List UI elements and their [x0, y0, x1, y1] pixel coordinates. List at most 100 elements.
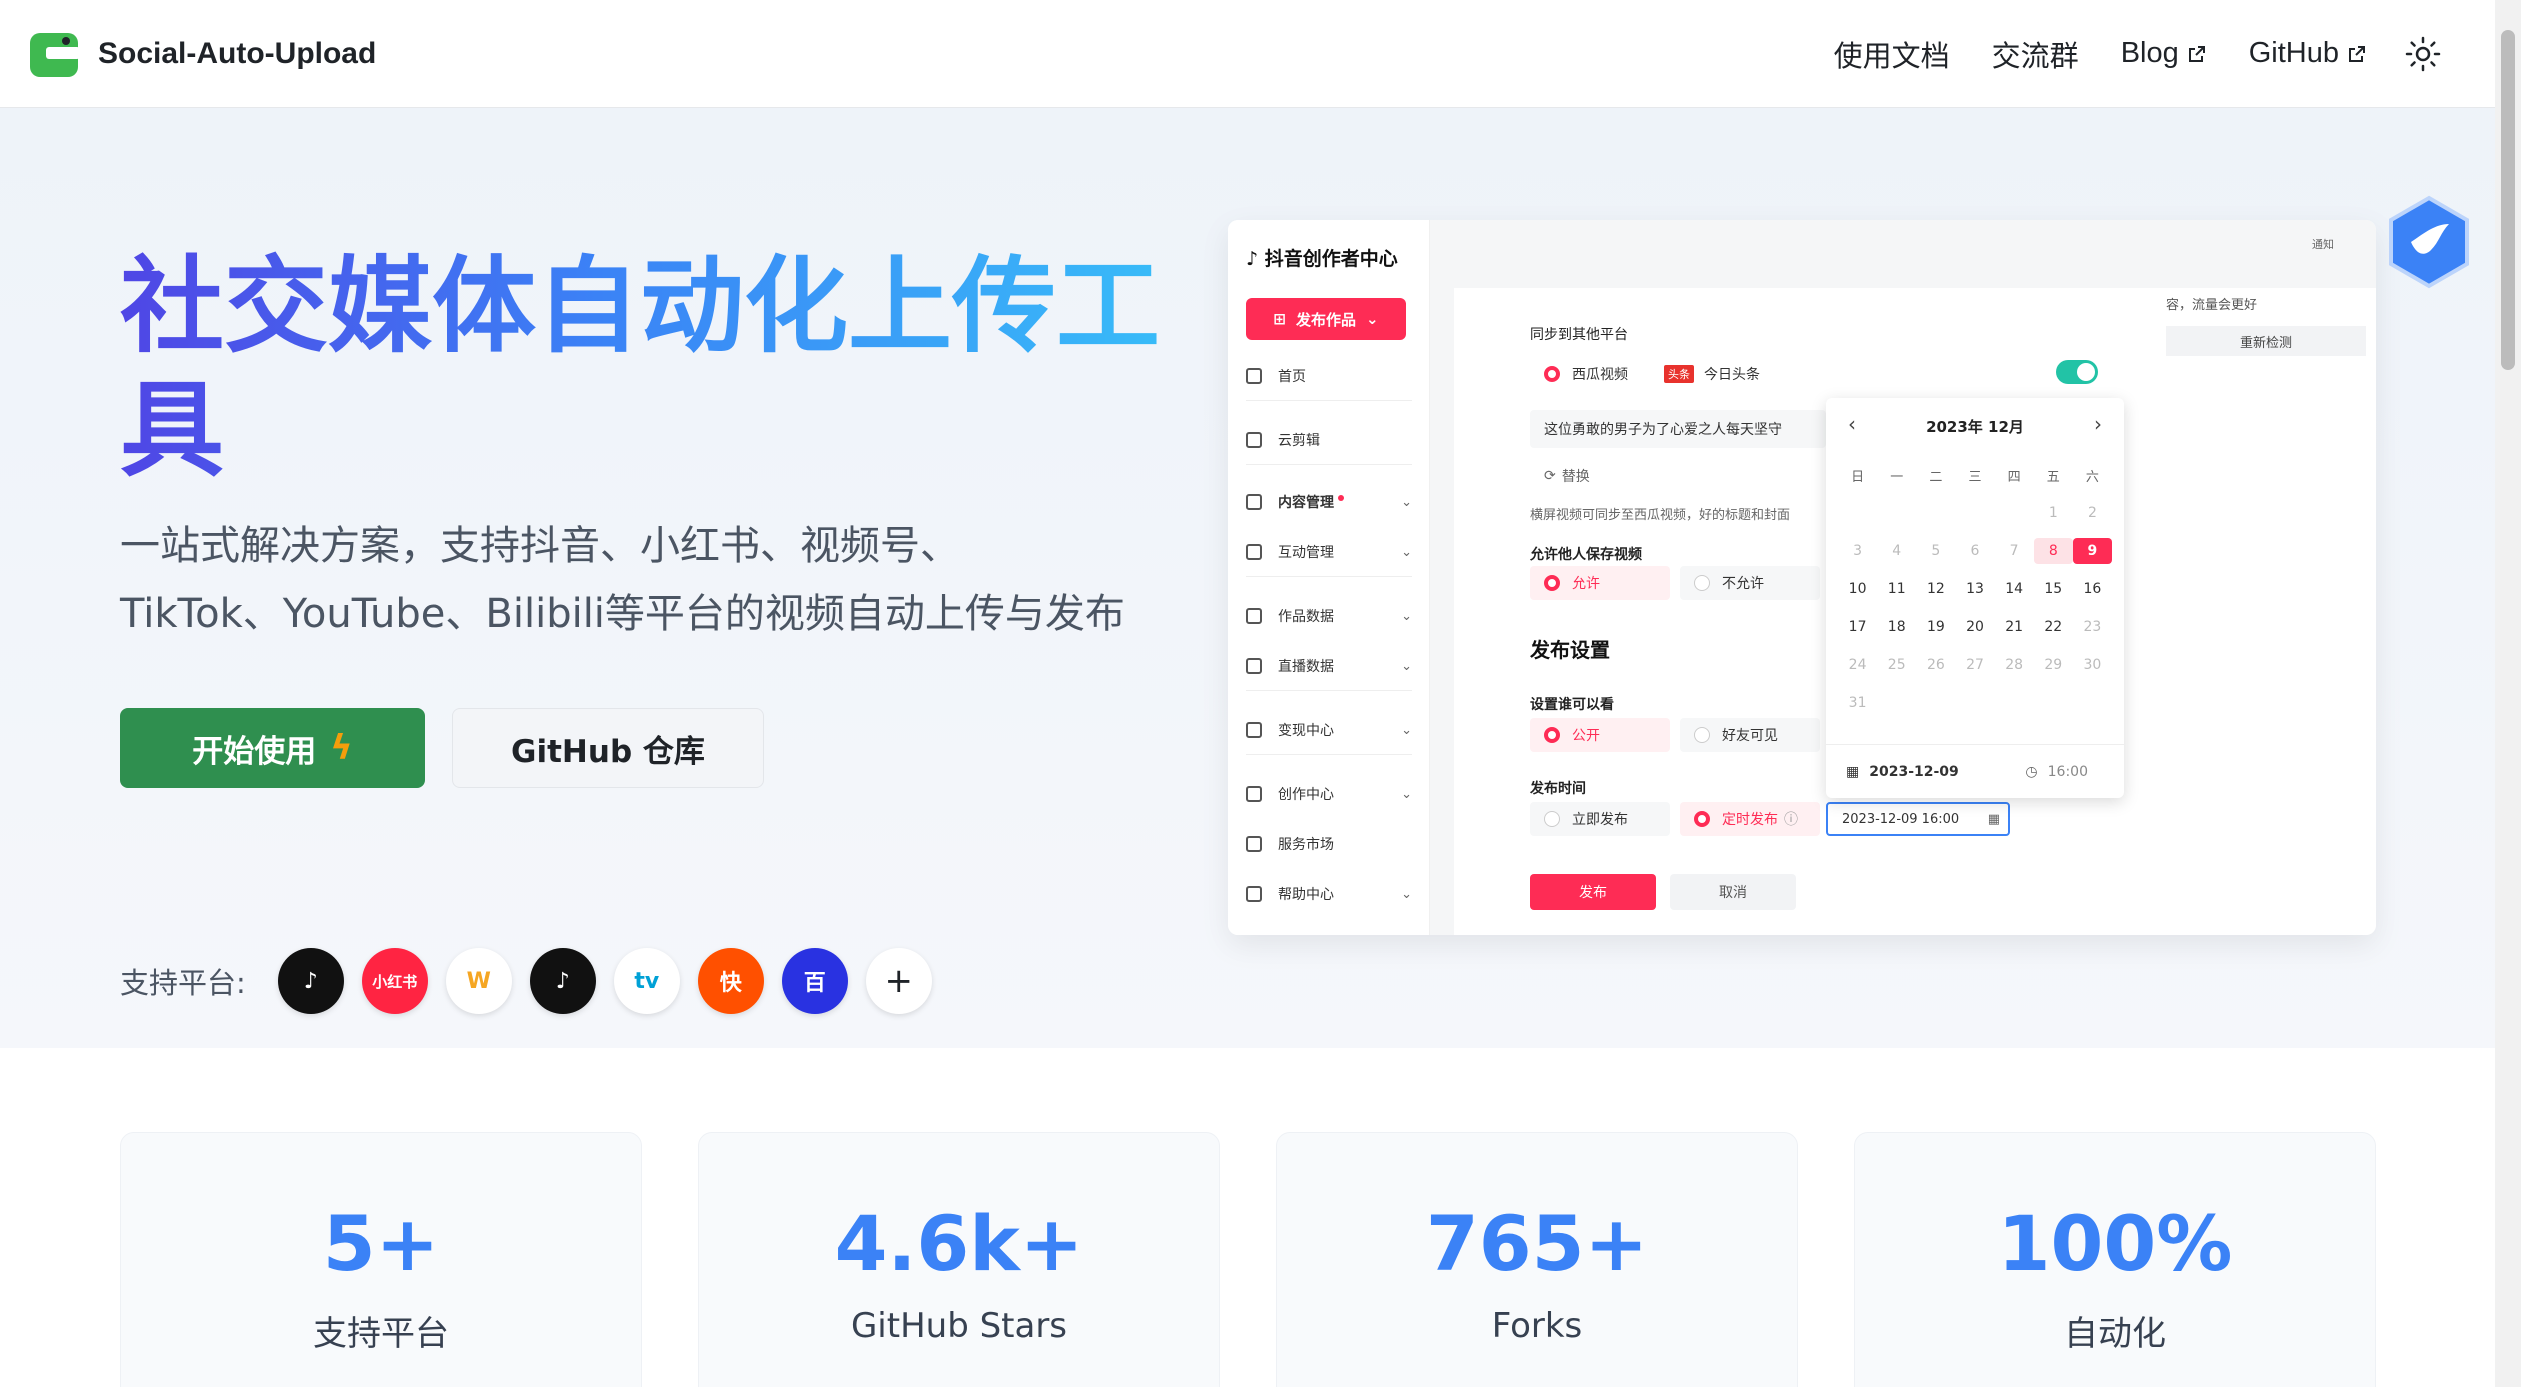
douyin-upload-screenshot: ♪ 抖音创作者中心 ⊞ 发布作品 ⌄ 首页 云剪辑 内容管理 ⌄ 互动管理 ⌄ 作品… [1228, 220, 2376, 935]
mock-scheduled-option: 定时发布 ⓘ [1680, 802, 1820, 836]
nav-link-docs[interactable]: 使用文档 [1834, 33, 1950, 75]
shipinhao-icon[interactable]: W [445, 948, 512, 1014]
more-platforms-button[interactable]: + [865, 948, 932, 1014]
mock-nav-monetize: 变现中心 ⌄ [1246, 720, 1412, 740]
bilibili-icon[interactable]: tv [613, 948, 680, 1014]
mock-right-text: 容，流量会更好 [2166, 298, 2258, 313]
calendar-day: 16 [2083, 581, 2102, 597]
stat-value: 5+ [322, 1199, 440, 1288]
get-started-label: 开始使用 [192, 733, 317, 770]
brand[interactable]: Social-Auto-Upload [28, 29, 376, 79]
mock-nav-works-data: 作品数据 ⌄ [1246, 606, 1412, 626]
stats-section: 5+ 支持平台 4.6k+ GitHub Stars 765+ Forks 10… [0, 1048, 2495, 1387]
calendar-footer: ▦ 2023-12-09 ◷ 16:00 [1826, 744, 2124, 798]
calendar-day: 6 [1970, 543, 1980, 559]
top-navbar: Social-Auto-Upload 使用文档 交流群 Blog GitHub [0, 0, 2495, 108]
dinosaur-logo-icon [28, 29, 82, 79]
mock-sync-label: 同步到其他平台 [1530, 327, 1628, 343]
mock-public-option: 公开 [1530, 718, 1670, 752]
stat-value: 4.6k+ [834, 1199, 1084, 1288]
nav-link-blog-label: Blog [2120, 37, 2179, 69]
calendar-day: 8 [2033, 538, 2073, 564]
mock-nav-help: 帮助中心 ⌄ [1246, 884, 1412, 904]
calendar-weekday: 六 [2085, 469, 2099, 485]
mock-sync-row: 西瓜视频 头条 今日头条 [1530, 350, 2128, 398]
calendar-day: 30 [2083, 657, 2102, 673]
calendar-day: 19 [1926, 619, 1945, 635]
calendar-day: 23 [2083, 619, 2102, 635]
mock-notify: 通知 [2312, 238, 2334, 251]
mock-sync-toggle [2056, 360, 2098, 384]
calendar-day: 9 [2072, 538, 2112, 564]
mock-nav-content: 内容管理 ⌄ [1246, 492, 1412, 512]
github-repo-button[interactable]: GitHub 仓库 [452, 708, 764, 788]
mock-nav-live-data: 直播数据 ⌄ [1246, 656, 1412, 676]
calendar-day: 21 [2005, 619, 2024, 635]
calendar-day: 3 [1853, 543, 1863, 559]
calendar-day: 12 [1926, 581, 1945, 597]
nav-link-group[interactable]: 交流群 [1992, 33, 2079, 75]
mock-nav-creator: 创作中心 ⌄ [1246, 784, 1412, 804]
mock-time-label: 发布时间 [1530, 781, 1586, 797]
calendar-day: 22 [2044, 619, 2063, 635]
mock-submit-button: 发布 [1530, 874, 1656, 910]
calendar-day: 15 [2044, 581, 2063, 597]
sun-icon [2405, 36, 2441, 71]
external-link-icon [2349, 45, 2365, 62]
calendar-day: 20 [1966, 619, 1984, 635]
baijiahao-icon[interactable]: 百 [781, 948, 848, 1014]
stat-label: 支持平台 [313, 1314, 449, 1354]
calendar-day: 27 [1966, 657, 1984, 673]
stat-value: 100% [1997, 1199, 2233, 1288]
mock-nav-interaction: 互动管理 ⌄ [1246, 542, 1412, 562]
page-scrollbar[interactable] [2495, 0, 2521, 1387]
mock-app-title: ♪ 抖音创作者中心 [1246, 248, 1398, 270]
calendar-day: 28 [2005, 657, 2024, 673]
calendar-day: 24 [1848, 657, 1867, 673]
mock-datetime-field: 2023-12-09 16:00 ▦ [1826, 802, 2010, 836]
stat-card: 100% 自动化 [1854, 1132, 2376, 1387]
calendar-day: 1 [2048, 505, 2058, 521]
kuaishou-icon[interactable]: 快 [697, 948, 764, 1014]
floating-assistant-icon[interactable] [2383, 194, 2475, 290]
calendar-weekday: 一 [1890, 469, 1904, 485]
mock-caption-field: 这位勇敢的男子为了心爱之人每天坚守 [1530, 410, 1826, 448]
calendar-header: 2023年 12月 [1926, 418, 2024, 436]
calendar-day [1955, 500, 1994, 526]
calendar-day: 10 [1848, 581, 1867, 597]
mock-publish-button: ⊞ 发布作品 ⌄ [1246, 298, 1406, 340]
calendar-day: 14 [2005, 581, 2024, 597]
get-started-button[interactable]: 开始使用 ϟ [120, 708, 425, 788]
theme-toggle-button[interactable] [2403, 34, 2443, 74]
calendar-weekday: 日 [1851, 469, 1865, 485]
calendar-grid: 日一二三四五六 1 2 3 4 5 6 7 8 9 10 11 12 13 14 15 16 17 18 19 20 21… [1838, 462, 2112, 716]
calendar-day: 25 [1887, 657, 1906, 673]
calendar-day: 31 [1848, 695, 1867, 711]
mock-nav-home: 首页 [1246, 366, 1412, 386]
scrollbar-thumb[interactable] [2501, 30, 2515, 370]
calendar-day: 7 [2009, 543, 2019, 559]
nav-link-blog[interactable]: Blog [2121, 37, 2207, 70]
calendar-day: 26 [1926, 657, 1945, 673]
stat-label: Forks [1491, 1306, 1583, 1346]
mock-hint: 横屏视频可同步至西瓜视频，好的标题和封面 [1530, 508, 1791, 523]
brand-name: Social-Auto-Upload [98, 36, 377, 70]
xiaohongshu-icon[interactable]: 小红书 [361, 948, 428, 1014]
nav-link-github[interactable]: GitHub [2249, 37, 2367, 70]
mock-calendar-popup: ‹ 2023年 12月 › 日一二三四五六 1 2 3 4 5 6 7 8 9 10 11 12 13 14… [1826, 398, 2124, 798]
chevron-right-icon: › [2094, 412, 2102, 436]
calendar-day [1838, 500, 1877, 526]
hero-subtitle: 一站式解决方案，支持抖音、小红书、视频号、 TikTok、YouTube、Bil… [120, 512, 1200, 648]
hero-subtitle-line2: TikTok、YouTube、Bilibili等平台的视频自动上传与发布 [120, 591, 1125, 637]
calendar-day: 18 [1887, 619, 1906, 635]
calendar-day: 2 [2087, 505, 2097, 521]
mock-recheck-button: 重新检测 [2166, 326, 2366, 356]
stat-label: 自动化 [2064, 1314, 2166, 1354]
calendar-weekday: 五 [2046, 469, 2060, 485]
stat-label: GitHub Stars [850, 1306, 1068, 1346]
mock-replace-button: ⟳ 替换 [1530, 460, 1610, 492]
mock-visible-label: 设置谁可以看 [1530, 697, 1614, 713]
douyin-icon[interactable]: ♪ [277, 948, 344, 1014]
platforms-label: 支持平台: [120, 966, 246, 1000]
tiktok-icon[interactable]: ♪ [529, 948, 596, 1014]
